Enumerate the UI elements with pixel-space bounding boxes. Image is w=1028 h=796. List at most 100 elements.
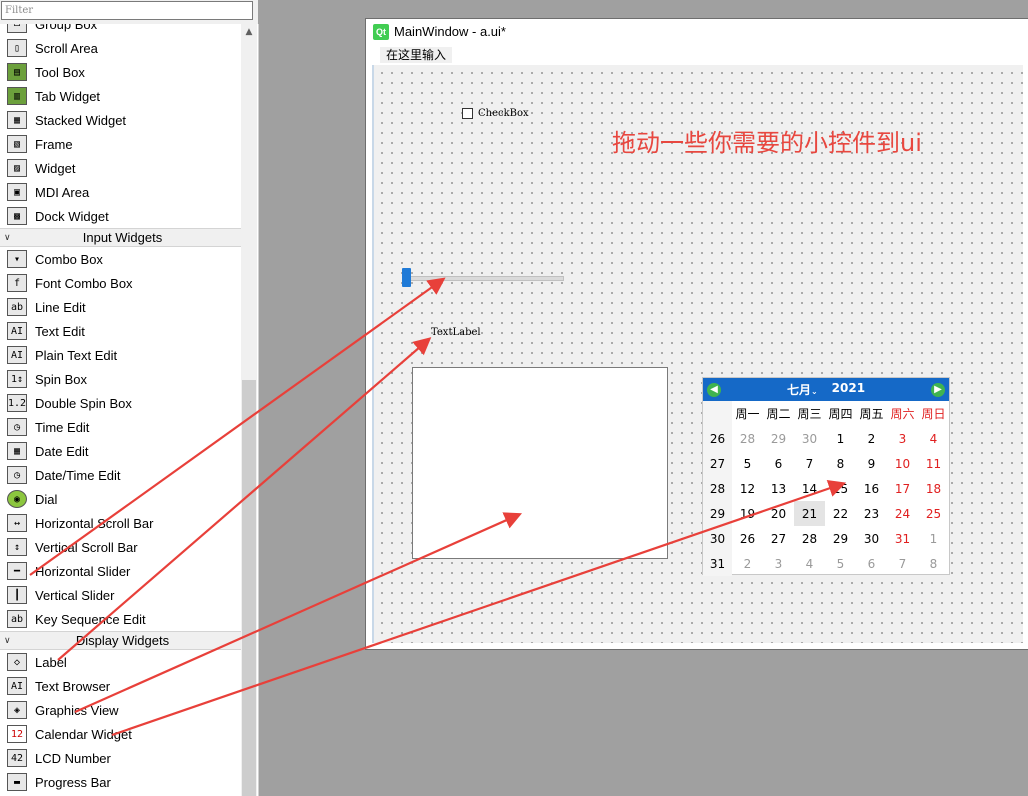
widget-item-font-combo-box[interactable]: f Font Combo Box: [0, 271, 241, 295]
widget-item-mdi-area[interactable]: ▣ MDI Area: [0, 180, 241, 204]
calendar-heading: 七月⌄ 2021: [787, 381, 865, 398]
widget-item-calendar-widget[interactable]: 12 Calendar Widget: [0, 722, 241, 746]
calendar-day-cell[interactable]: 4: [918, 426, 949, 451]
year-label[interactable]: 2021: [832, 381, 865, 398]
slider-handle[interactable]: [402, 268, 411, 287]
next-month-arrow-icon[interactable]: ▶: [931, 382, 945, 397]
widget-item-time-edit[interactable]: ◷ Time Edit: [0, 415, 241, 439]
widget-item-widget[interactable]: ▨ Widget: [0, 156, 241, 180]
calendar-day-cell[interactable]: 8: [825, 451, 856, 476]
progress-bar-icon: ▬: [7, 773, 27, 791]
calendar-week-row: 30 26 27 28 29 30 31 1: [703, 526, 949, 551]
widget-item-horizontal-slider[interactable]: ━ Horizontal Slider: [0, 559, 241, 583]
widget-item-text-edit[interactable]: AI Text Edit: [0, 319, 241, 343]
calendar-day-cell[interactable]: 14: [794, 476, 825, 501]
calendar-day-cell[interactable]: 24: [887, 501, 918, 526]
graphics-view-widget[interactable]: [412, 367, 668, 559]
calendar-day-cell[interactable]: 22: [825, 501, 856, 526]
widget-item-tab-widget[interactable]: ▥ Tab Widget: [0, 84, 241, 108]
calendar-day-cell[interactable]: 2: [856, 426, 887, 451]
widget-item-key-sequence-edit[interactable]: ab Key Sequence Edit: [0, 607, 241, 631]
widget-item-label: Combo Box: [35, 251, 103, 267]
calendar-day-cell[interactable]: 13: [763, 476, 794, 501]
plain-text-edit-icon: AI: [7, 346, 27, 364]
calendar-day-cell[interactable]: 7: [794, 451, 825, 476]
calendar-day-cell[interactable]: 7: [887, 551, 918, 576]
calendar-day-cell[interactable]: 23: [856, 501, 887, 526]
calendar-day-cell[interactable]: 30: [794, 426, 825, 451]
calendar-day-cell[interactable]: 28: [732, 426, 763, 451]
scrollbar-thumb[interactable]: [242, 380, 256, 796]
calendar-day-cell[interactable]: 8: [918, 551, 949, 576]
widget-item-lcd-number[interactable]: 42 LCD Number: [0, 746, 241, 770]
category-input-widgets[interactable]: ∨ Input Widgets: [0, 228, 241, 247]
chevron-down-icon: ∨: [4, 232, 11, 242]
widget-box-scrollbar[interactable]: ▲: [241, 24, 257, 796]
calendar-widget[interactable]: ◀ 七月⌄ 2021 ▶ 周一 周二 周三 周四 周五 周六 周日 26 28 29 30 1 2 3 4…: [702, 377, 950, 576]
widget-item-graphics-view[interactable]: ◈ Graphics View: [0, 698, 241, 722]
checkbox-widget[interactable]: CheckBox: [462, 108, 529, 119]
widget-item-horizontal-scroll-bar[interactable]: ↔ Horizontal Scroll Bar: [0, 511, 241, 535]
horizontal-slider-widget[interactable]: [402, 267, 564, 289]
calendar-day-cell[interactable]: 17: [887, 476, 918, 501]
widget-item-stacked-widget[interactable]: ▦ Stacked Widget: [0, 108, 241, 132]
calendar-day-cell[interactable]: 29: [763, 426, 794, 451]
calendar-day-cell[interactable]: 5: [825, 551, 856, 576]
filter-input[interactable]: [1, 1, 253, 20]
calendar-day-cell[interactable]: 5: [732, 451, 763, 476]
month-selector[interactable]: 七月⌄: [787, 381, 818, 398]
calendar-day-cell[interactable]: 18: [918, 476, 949, 501]
calendar-day-cell[interactable]: 10: [887, 451, 918, 476]
widget-item-label: Scroll Area: [35, 40, 98, 56]
calendar-day-cell[interactable]: 15: [825, 476, 856, 501]
calendar-day-cell[interactable]: 27: [763, 526, 794, 551]
widget-item-combo-box[interactable]: ▾ Combo Box: [0, 247, 241, 271]
widget-item-vertical-scroll-bar[interactable]: ↕ Vertical Scroll Bar: [0, 535, 241, 559]
widget-item-dock-widget[interactable]: ▩ Dock Widget: [0, 204, 241, 228]
text-label-widget[interactable]: TextLabel: [431, 327, 481, 338]
previous-month-arrow-icon[interactable]: ◀: [707, 382, 721, 397]
calendar-day-cell[interactable]: 3: [763, 551, 794, 576]
widget-item-date-time-edit[interactable]: ◷ Date/Time Edit: [0, 463, 241, 487]
scroll-up-arrow-icon[interactable]: ▲: [241, 24, 257, 40]
calendar-day-cell[interactable]: 20: [763, 501, 794, 526]
widget-item-tool-box[interactable]: ▤ Tool Box: [0, 60, 241, 84]
widget-item-line-edit[interactable]: ab Line Edit: [0, 295, 241, 319]
calendar-day-cell[interactable]: 16: [856, 476, 887, 501]
calendar-day-cell[interactable]: 25: [918, 501, 949, 526]
calendar-day-cell[interactable]: 9: [856, 451, 887, 476]
menu-type-here-placeholder[interactable]: 在这里输入: [380, 47, 453, 63]
widget-item-spin-box[interactable]: 1↕ Spin Box: [0, 367, 241, 391]
widget-item-label: Stacked Widget: [35, 112, 127, 128]
calendar-day-cell[interactable]: 6: [856, 551, 887, 576]
calendar-day-cell[interactable]: 1: [918, 526, 949, 551]
widget-item-vertical-slider[interactable]: ┃ Vertical Slider: [0, 583, 241, 607]
widget-item-frame[interactable]: ▧ Frame: [0, 132, 241, 156]
widget-item-date-edit[interactable]: ▦ Date Edit: [0, 439, 241, 463]
calendar-day-cell[interactable]: 21: [794, 501, 825, 526]
calendar-day-cell[interactable]: 6: [763, 451, 794, 476]
calendar-day-cell[interactable]: 4: [794, 551, 825, 576]
calendar-day-cell[interactable]: 2: [732, 551, 763, 576]
widget-item-plain-text-edit[interactable]: AI Plain Text Edit: [0, 343, 241, 367]
widget-item-double-spin-box[interactable]: 1.2 Double Spin Box: [0, 391, 241, 415]
calendar-day-cell[interactable]: 1: [825, 426, 856, 451]
widget-item-text-browser[interactable]: AI Text Browser: [0, 674, 241, 698]
checkbox-square[interactable]: [462, 108, 473, 119]
calendar-day-cell[interactable]: 26: [732, 526, 763, 551]
calendar-day-cell[interactable]: 31: [887, 526, 918, 551]
calendar-day-cell[interactable]: 29: [825, 526, 856, 551]
calendar-day-cell[interactable]: 19: [732, 501, 763, 526]
calendar-day-cell[interactable]: 11: [918, 451, 949, 476]
widget-item-scroll-area[interactable]: ▯ Scroll Area: [0, 36, 241, 60]
category-display-widgets[interactable]: ∨ Display Widgets: [0, 631, 241, 650]
calendar-day-cell[interactable]: 3: [887, 426, 918, 451]
widget-item-label: Plain Text Edit: [35, 347, 118, 363]
calendar-day-cell[interactable]: 12: [732, 476, 763, 501]
widget-item-label[interactable]: ◇ Label: [0, 650, 241, 674]
calendar-day-cell[interactable]: 28: [794, 526, 825, 551]
widget-item-dial[interactable]: ◉ Dial: [0, 487, 241, 511]
calendar-day-cell[interactable]: 30: [856, 526, 887, 551]
widget-item-group-box[interactable]: ▭ Group Box: [0, 24, 241, 36]
widget-item-progress-bar[interactable]: ▬ Progress Bar: [0, 770, 241, 794]
